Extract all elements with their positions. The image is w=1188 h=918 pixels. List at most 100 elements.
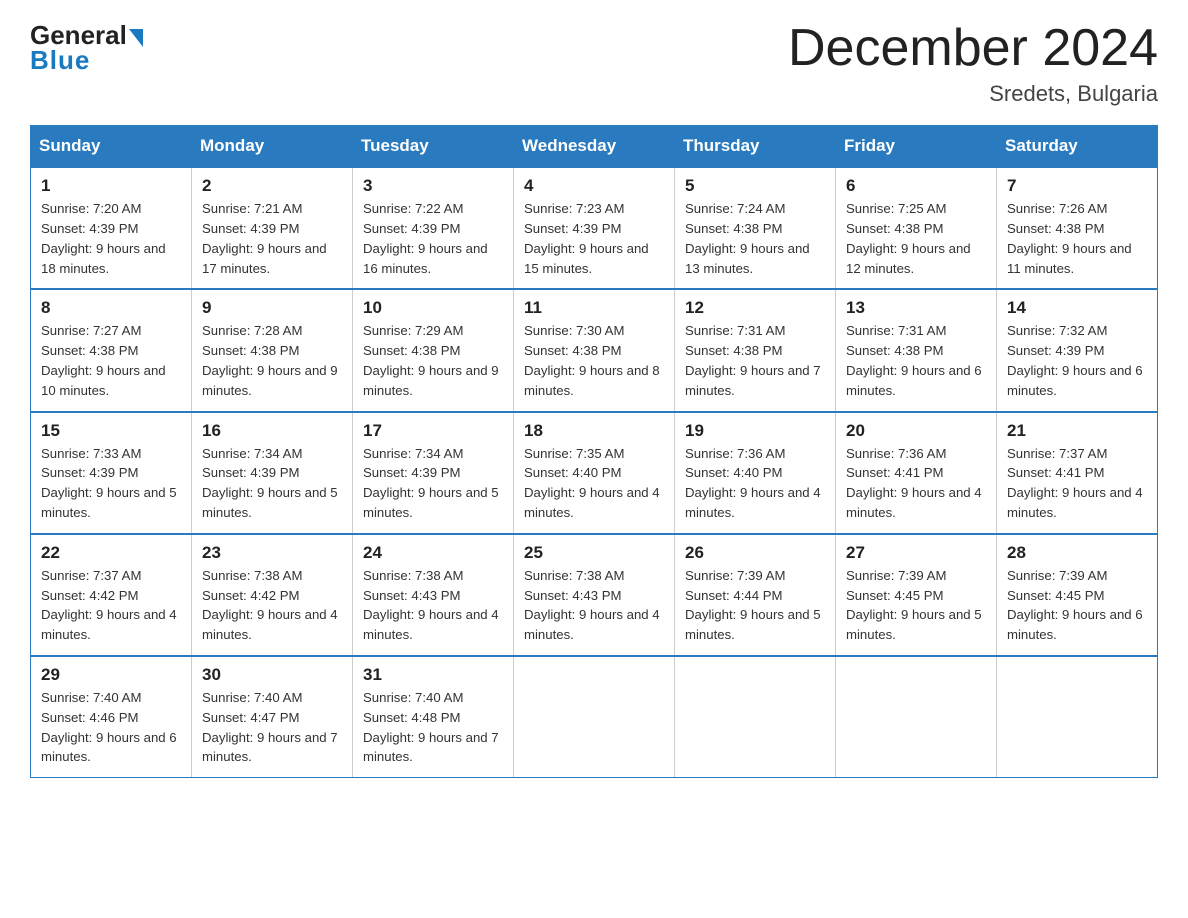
calendar-cell: 12 Sunrise: 7:31 AMSunset: 4:38 PMDayligh… <box>675 289 836 411</box>
calendar-cell <box>675 656 836 778</box>
weekday-header-friday: Friday <box>836 126 997 168</box>
day-number: 26 <box>685 543 825 563</box>
month-title: December 2024 <box>788 20 1158 77</box>
day-number: 30 <box>202 665 342 685</box>
calendar-week-row: 8 Sunrise: 7:27 AMSunset: 4:38 PMDaylight… <box>31 289 1158 411</box>
logo: General Blue <box>30 20 143 76</box>
day-number: 20 <box>846 421 986 441</box>
calendar-cell: 3Sunrise: 7:22 AMSunset: 4:39 PMDaylight… <box>353 167 514 289</box>
calendar-cell: 5Sunrise: 7:24 AMSunset: 4:38 PMDaylight… <box>675 167 836 289</box>
day-number: 4 <box>524 176 664 196</box>
day-info: Sunrise: 7:34 AMSunset: 4:39 PMDaylight:… <box>363 444 503 523</box>
weekday-header-wednesday: Wednesday <box>514 126 675 168</box>
day-info: Sunrise: 7:37 AMSunset: 4:42 PMDaylight:… <box>41 566 181 645</box>
weekday-header-saturday: Saturday <box>997 126 1158 168</box>
calendar-cell: 7 Sunrise: 7:26 AMSunset: 4:38 PMDaylight… <box>997 167 1158 289</box>
calendar-cell: 23 Sunrise: 7:38 AMSunset: 4:42 PMDayligh… <box>192 534 353 656</box>
day-info: Sunrise: 7:21 AMSunset: 4:39 PMDaylight:… <box>202 199 342 278</box>
weekday-header-tuesday: Tuesday <box>353 126 514 168</box>
calendar-cell: 16 Sunrise: 7:34 AMSunset: 4:39 PMDayligh… <box>192 412 353 534</box>
calendar-cell: 15Sunrise: 7:33 AMSunset: 4:39 PMDayligh… <box>31 412 192 534</box>
page-header: General Blue December 2024 Sredets, Bulg… <box>30 20 1158 107</box>
day-info: Sunrise: 7:34 AMSunset: 4:39 PMDaylight:… <box>202 444 342 523</box>
day-number: 28 <box>1007 543 1147 563</box>
day-info: Sunrise: 7:23 AMSunset: 4:39 PMDaylight:… <box>524 199 664 278</box>
day-info: Sunrise: 7:32 AMSunset: 4:39 PMDaylight:… <box>1007 321 1147 400</box>
day-info: Sunrise: 7:40 AMSunset: 4:46 PMDaylight:… <box>41 688 181 767</box>
day-number: 16 <box>202 421 342 441</box>
day-info: Sunrise: 7:40 AMSunset: 4:47 PMDaylight:… <box>202 688 342 767</box>
day-number: 8 <box>41 298 181 318</box>
day-number: 27 <box>846 543 986 563</box>
day-info: Sunrise: 7:31 AMSunset: 4:38 PMDaylight:… <box>846 321 986 400</box>
calendar-cell: 20 Sunrise: 7:36 AMSunset: 4:41 PMDayligh… <box>836 412 997 534</box>
day-number: 17 <box>363 421 503 441</box>
day-info: Sunrise: 7:39 AMSunset: 4:45 PMDaylight:… <box>1007 566 1147 645</box>
logo-arrow-icon <box>129 29 143 47</box>
location: Sredets, Bulgaria <box>788 81 1158 107</box>
calendar-cell: 4 Sunrise: 7:23 AMSunset: 4:39 PMDaylight… <box>514 167 675 289</box>
calendar-cell: 11Sunrise: 7:30 AMSunset: 4:38 PMDayligh… <box>514 289 675 411</box>
day-info: Sunrise: 7:36 AMSunset: 4:41 PMDaylight:… <box>846 444 986 523</box>
calendar-cell: 27 Sunrise: 7:39 AMSunset: 4:45 PMDayligh… <box>836 534 997 656</box>
day-info: Sunrise: 7:38 AMSunset: 4:42 PMDaylight:… <box>202 566 342 645</box>
day-number: 2 <box>202 176 342 196</box>
day-number: 13 <box>846 298 986 318</box>
weekday-header-monday: Monday <box>192 126 353 168</box>
day-number: 14 <box>1007 298 1147 318</box>
day-number: 31 <box>363 665 503 685</box>
day-number: 24 <box>363 543 503 563</box>
day-info: Sunrise: 7:22 AMSunset: 4:39 PMDaylight:… <box>363 199 503 278</box>
calendar-cell <box>997 656 1158 778</box>
day-info: Sunrise: 7:28 AMSunset: 4:38 PMDaylight:… <box>202 321 342 400</box>
calendar-week-row: 22 Sunrise: 7:37 AMSunset: 4:42 PMDayligh… <box>31 534 1158 656</box>
day-number: 23 <box>202 543 342 563</box>
logo-blue-text: Blue <box>30 45 90 75</box>
calendar-table: SundayMondayTuesdayWednesdayThursdayFrid… <box>30 125 1158 778</box>
calendar-cell: 19Sunrise: 7:36 AMSunset: 4:40 PMDayligh… <box>675 412 836 534</box>
title-block: December 2024 Sredets, Bulgaria <box>788 20 1158 107</box>
day-number: 21 <box>1007 421 1147 441</box>
day-info: Sunrise: 7:38 AMSunset: 4:43 PMDaylight:… <box>524 566 664 645</box>
day-info: Sunrise: 7:35 AMSunset: 4:40 PMDaylight:… <box>524 444 664 523</box>
day-number: 5 <box>685 176 825 196</box>
day-info: Sunrise: 7:40 AMSunset: 4:48 PMDaylight:… <box>363 688 503 767</box>
day-info: Sunrise: 7:27 AMSunset: 4:38 PMDaylight:… <box>41 321 181 400</box>
day-number: 1 <box>41 176 181 196</box>
day-info: Sunrise: 7:39 AMSunset: 4:44 PMDaylight:… <box>685 566 825 645</box>
calendar-cell: 26 Sunrise: 7:39 AMSunset: 4:44 PMDayligh… <box>675 534 836 656</box>
day-number: 12 <box>685 298 825 318</box>
calendar-cell: 21 Sunrise: 7:37 AMSunset: 4:41 PMDayligh… <box>997 412 1158 534</box>
day-number: 29 <box>41 665 181 685</box>
day-info: Sunrise: 7:39 AMSunset: 4:45 PMDaylight:… <box>846 566 986 645</box>
day-number: 9 <box>202 298 342 318</box>
calendar-cell: 28 Sunrise: 7:39 AMSunset: 4:45 PMDayligh… <box>997 534 1158 656</box>
day-number: 18 <box>524 421 664 441</box>
calendar-cell: 9 Sunrise: 7:28 AMSunset: 4:38 PMDaylight… <box>192 289 353 411</box>
day-info: Sunrise: 7:26 AMSunset: 4:38 PMDaylight:… <box>1007 199 1147 278</box>
day-info: Sunrise: 7:25 AMSunset: 4:38 PMDaylight:… <box>846 199 986 278</box>
calendar-cell: 2 Sunrise: 7:21 AMSunset: 4:39 PMDaylight… <box>192 167 353 289</box>
calendar-cell: 18 Sunrise: 7:35 AMSunset: 4:40 PMDayligh… <box>514 412 675 534</box>
calendar-cell: 13 Sunrise: 7:31 AMSunset: 4:38 PMDayligh… <box>836 289 997 411</box>
weekday-header-row: SundayMondayTuesdayWednesdayThursdayFrid… <box>31 126 1158 168</box>
calendar-cell: 1 Sunrise: 7:20 AMSunset: 4:39 PMDaylight… <box>31 167 192 289</box>
calendar-week-row: 1 Sunrise: 7:20 AMSunset: 4:39 PMDaylight… <box>31 167 1158 289</box>
day-number: 6 <box>846 176 986 196</box>
day-info: Sunrise: 7:20 AMSunset: 4:39 PMDaylight:… <box>41 199 181 278</box>
calendar-cell: 10Sunrise: 7:29 AMSunset: 4:38 PMDayligh… <box>353 289 514 411</box>
calendar-cell: 24Sunrise: 7:38 AMSunset: 4:43 PMDayligh… <box>353 534 514 656</box>
day-number: 7 <box>1007 176 1147 196</box>
day-number: 10 <box>363 298 503 318</box>
calendar-cell: 29 Sunrise: 7:40 AMSunset: 4:46 PMDayligh… <box>31 656 192 778</box>
day-number: 22 <box>41 543 181 563</box>
day-info: Sunrise: 7:37 AMSunset: 4:41 PMDaylight:… <box>1007 444 1147 523</box>
calendar-cell: 22 Sunrise: 7:37 AMSunset: 4:42 PMDayligh… <box>31 534 192 656</box>
day-info: Sunrise: 7:31 AMSunset: 4:38 PMDaylight:… <box>685 321 825 400</box>
day-number: 15 <box>41 421 181 441</box>
calendar-cell: 6 Sunrise: 7:25 AMSunset: 4:38 PMDaylight… <box>836 167 997 289</box>
calendar-cell <box>836 656 997 778</box>
day-number: 11 <box>524 298 664 318</box>
calendar-cell: 14 Sunrise: 7:32 AMSunset: 4:39 PMDayligh… <box>997 289 1158 411</box>
calendar-cell <box>514 656 675 778</box>
